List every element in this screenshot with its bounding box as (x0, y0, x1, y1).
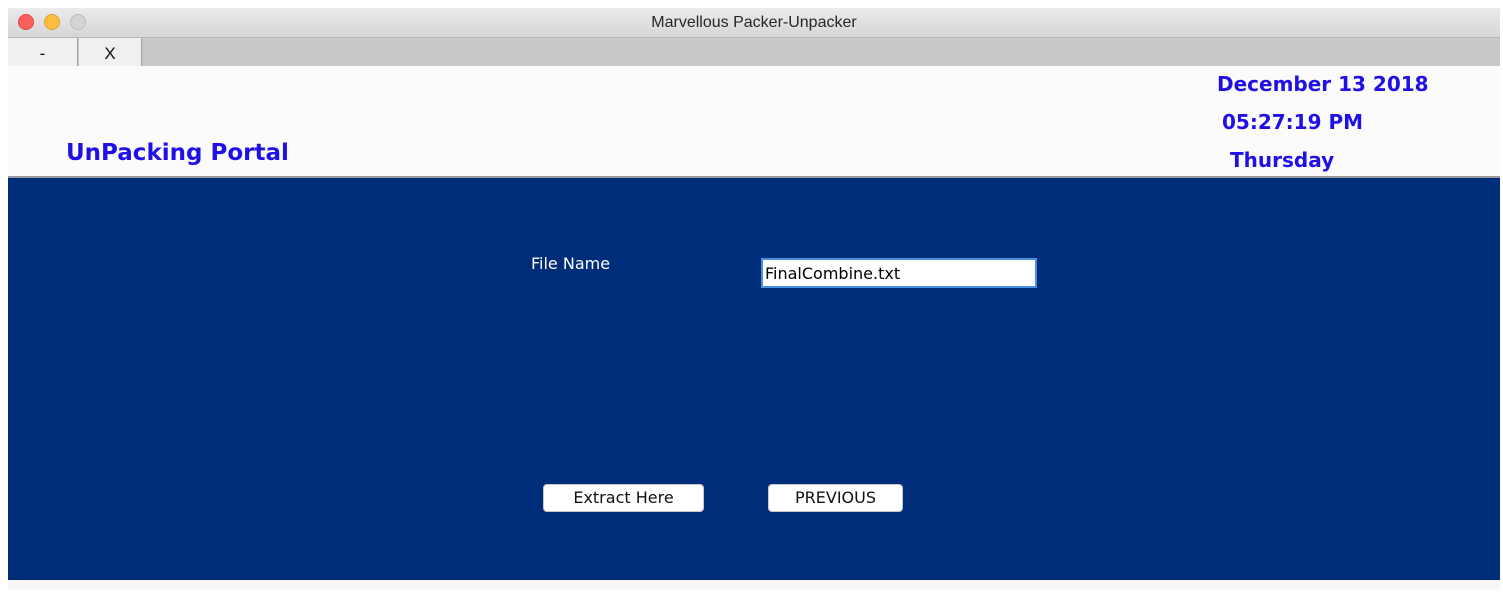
control-strip: - X (8, 38, 1500, 66)
extract-here-button[interactable]: Extract Here (543, 484, 704, 512)
minimize-button[interactable]: - (8, 38, 78, 66)
previous-button[interactable]: PREVIOUS (768, 484, 903, 512)
file-name-label: File Name (531, 254, 611, 273)
page-title: UnPacking Portal (66, 140, 289, 166)
footer (8, 580, 1500, 590)
close-button[interactable]: X (79, 38, 142, 66)
window-title: Marvellous Packer-Unpacker (651, 14, 857, 31)
header: UnPacking Portal December 13 2018 05:27:… (8, 66, 1500, 176)
file-name-input[interactable] (761, 258, 1037, 288)
current-date: December 13 2018 (1217, 72, 1429, 96)
current-time: 05:27:19 PM (1222, 110, 1364, 134)
unpack-panel: File Name Extract Here PREVIOUS (8, 178, 1500, 580)
title-bar[interactable]: Marvellous Packer-Unpacker (8, 8, 1500, 38)
current-day: Thursday (1230, 148, 1335, 172)
app-window: Marvellous Packer-Unpacker - X UnPacking… (8, 8, 1500, 590)
